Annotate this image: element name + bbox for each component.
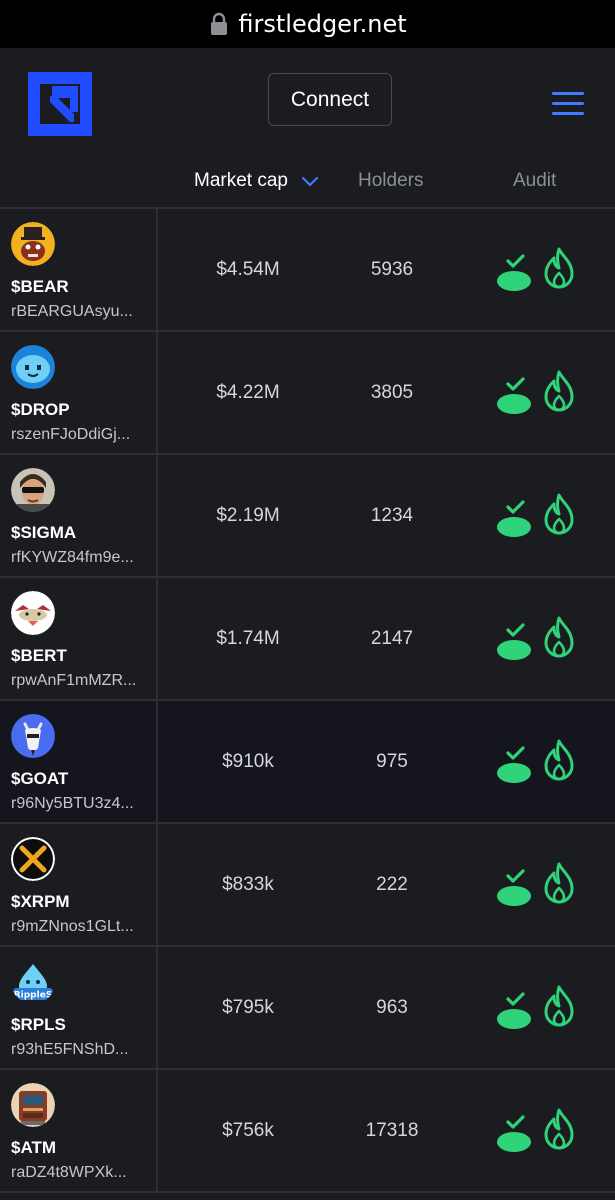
token-symbol: $BERT (11, 646, 67, 665)
token-address: r96Ny5BTU3z4... (11, 795, 134, 812)
sigma-avatar-icon (11, 468, 55, 512)
token-row[interactable]: $SIGMA rfKYWZ84fm9e... $2.19M 1234 (0, 455, 615, 578)
market-cap-value: $4.54M (216, 259, 280, 280)
column-market-cap: Market cap (194, 170, 288, 191)
audit-check-icon (497, 746, 531, 783)
token-symbol: $DROP (11, 400, 70, 419)
holders-value: 5936 (370, 259, 414, 280)
market-cap-value: $4.22M (216, 382, 280, 403)
token-row[interactable]: $GOAT r96Ny5BTU3z4... $910k 975 (0, 701, 615, 824)
holders-value: 1234 (370, 505, 414, 526)
token-cell: $BEAR rBEARGUAsyu... (0, 209, 158, 330)
fire-icon (544, 1108, 574, 1150)
market-cap-value: $756k (222, 1120, 274, 1141)
rpls-avatar-label: RippleS (14, 991, 53, 1001)
browser-url-bar[interactable]: firstledger.net (0, 0, 615, 48)
fire-icon (544, 247, 574, 289)
token-row[interactable]: $ATM raDZ4t8WPXk... $756k 17318 (0, 1070, 615, 1193)
goat-avatar-icon (11, 714, 55, 758)
fire-icon (544, 739, 574, 781)
browser-url-text: firstledger.net (238, 10, 407, 38)
token-cell: RippleS $RPLS r93hE5FNShD... (0, 947, 158, 1068)
token-cell: $GOAT r96Ny5BTU3z4... (0, 701, 158, 822)
token-address: rfKYWZ84fm9e... (11, 549, 134, 566)
atm-avatar-icon (11, 1083, 55, 1127)
token-symbol: $GOAT (11, 769, 69, 788)
token-row[interactable]: $XRPM r9mZNnos1GLt... $833k 222 (0, 824, 615, 947)
audit-check-icon (497, 1115, 531, 1152)
sort-market-cap[interactable]: Market cap (194, 170, 319, 192)
token-address: rszenFJoDdiGj... (11, 426, 131, 443)
audit-check-icon (497, 254, 531, 291)
token-address: r9mZNnos1GLt... (11, 918, 134, 935)
token-cell: $XRPM r9mZNnos1GLt... (0, 824, 158, 945)
token-row[interactable]: RippleS $RPLS r93hE5FNShD... $795k 963 (0, 947, 615, 1070)
audit-check-icon (497, 623, 531, 660)
token-symbol: $RPLS (11, 1015, 66, 1034)
market-cap-value: $2.19M (216, 505, 280, 526)
fire-icon (544, 985, 574, 1027)
token-row[interactable]: $DROP rszenFJoDdiGj... $4.22M 3805 (0, 332, 615, 455)
market-cap-value: $1.74M (216, 628, 280, 649)
firstledger-logo-icon[interactable] (28, 72, 92, 136)
audit-check-icon (497, 992, 531, 1029)
table-header: Market cap Holders Audit (0, 156, 615, 206)
chevron-down-icon (302, 176, 319, 187)
audit-check-icon (497, 500, 531, 537)
app-header: Connect (0, 48, 615, 156)
token-symbol: $BEAR (11, 277, 69, 296)
token-cell: $ATM raDZ4t8WPXk... (0, 1070, 158, 1191)
fire-icon (544, 493, 574, 535)
market-cap-value: $795k (222, 997, 274, 1018)
token-address: rpwAnF1mMZR... (11, 672, 137, 689)
column-audit[interactable]: Audit (513, 170, 556, 192)
token-symbol: $XRPM (11, 892, 70, 911)
fire-icon (544, 370, 574, 412)
xrpm-avatar-icon (11, 837, 55, 881)
fire-icon (544, 862, 574, 904)
holders-value: 3805 (370, 382, 414, 403)
lock-icon (211, 12, 228, 35)
holders-value: 963 (376, 997, 408, 1018)
token-address: raDZ4t8WPXk... (11, 1164, 127, 1181)
connect-button[interactable]: Connect (268, 73, 392, 126)
fire-icon (544, 616, 574, 658)
token-address: r93hE5FNShD... (11, 1041, 129, 1058)
audit-check-icon (497, 377, 531, 414)
holders-value: 975 (376, 751, 408, 772)
market-cap-value: $910k (222, 751, 274, 772)
holders-value: 2147 (370, 628, 414, 649)
token-address: rBEARGUAsyu... (11, 303, 133, 320)
rpls-avatar-icon: RippleS (11, 960, 55, 1004)
token-row[interactable]: $BERT rpwAnF1mMZR... $1.74M 2147 (0, 578, 615, 701)
token-cell: $DROP rszenFJoDdiGj... (0, 332, 158, 453)
market-cap-value: $833k (222, 874, 274, 895)
column-holders[interactable]: Holders (358, 170, 423, 192)
holders-value: 17318 (365, 1120, 419, 1141)
token-symbol: $SIGMA (11, 523, 77, 542)
bert-avatar-icon (11, 591, 55, 635)
token-cell: $BERT rpwAnF1mMZR... (0, 578, 158, 699)
token-cell: $SIGMA rfKYWZ84fm9e... (0, 455, 158, 576)
audit-check-icon (497, 869, 531, 906)
holders-value: 222 (376, 874, 408, 895)
hamburger-menu-icon[interactable] (552, 92, 584, 116)
drop-avatar-icon (11, 345, 55, 389)
bear-avatar-icon (11, 222, 55, 266)
token-symbol: $ATM (11, 1138, 57, 1157)
token-list: $BEAR rBEARGUAsyu... $4.54M 5936 $DROP r… (0, 207, 615, 1193)
token-row[interactable]: $BEAR rBEARGUAsyu... $4.54M 5936 (0, 209, 615, 332)
